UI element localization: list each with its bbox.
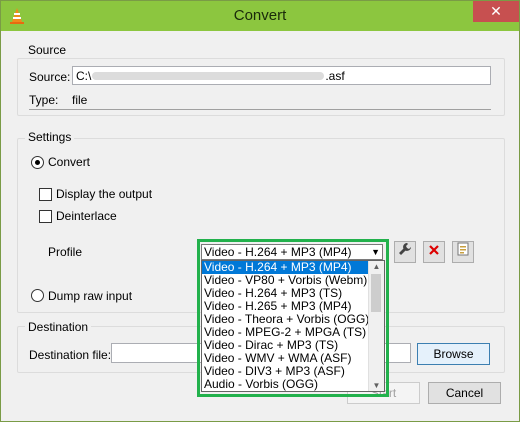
source-label: Source: bbox=[29, 70, 71, 84]
deinterlace-checkbox[interactable] bbox=[39, 210, 52, 223]
close-button[interactable]: ✕ bbox=[473, 1, 519, 22]
profile-dropdown-list[interactable]: Video - H.264 + MP3 (MP4) Video - VP80 +… bbox=[201, 260, 385, 392]
scroll-thumb[interactable] bbox=[371, 274, 381, 312]
chevron-down-icon: ▼ bbox=[371, 247, 380, 257]
type-label: Type: bbox=[29, 93, 59, 107]
new-profile-button[interactable] bbox=[452, 241, 474, 263]
convert-dialog: Convert ✕ Source Source: C:\ .asf Type: f… bbox=[0, 0, 520, 422]
display-output-label[interactable]: Display the output bbox=[56, 187, 152, 201]
cancel-button[interactable]: Cancel bbox=[428, 382, 501, 404]
dropdown-scrollbar[interactable]: ▲ ▼ bbox=[368, 261, 384, 391]
profile-label: Profile bbox=[48, 245, 83, 259]
scroll-up-icon[interactable]: ▲ bbox=[369, 262, 384, 271]
settings-group-label: Settings bbox=[25, 130, 75, 144]
dump-raw-label[interactable]: Dump raw input bbox=[48, 289, 132, 303]
display-output-checkbox[interactable] bbox=[39, 188, 52, 201]
destination-file-label: Destination file: bbox=[29, 348, 112, 362]
convert-radio[interactable] bbox=[31, 156, 44, 169]
wrench-icon bbox=[398, 243, 412, 259]
edit-profile-button[interactable] bbox=[394, 241, 416, 263]
browse-button[interactable]: Browse bbox=[417, 343, 490, 365]
type-value: file bbox=[72, 93, 88, 107]
source-path-prefix: C:\ bbox=[76, 69, 92, 83]
deinterlace-label[interactable]: Deinterlace bbox=[56, 209, 117, 223]
convert-label[interactable]: Convert bbox=[48, 155, 90, 169]
scroll-down-icon[interactable]: ▼ bbox=[369, 381, 384, 390]
destination-group-label: Destination bbox=[25, 320, 92, 334]
window-title: Convert bbox=[233, 7, 287, 24]
new-profile-icon bbox=[456, 242, 470, 259]
source-separator bbox=[29, 109, 491, 110]
dump-raw-radio[interactable] bbox=[31, 289, 44, 302]
profile-select[interactable]: Video - H.264 + MP3 (MP4) ▼ bbox=[201, 244, 383, 260]
profile-select-value: Video - H.264 + MP3 (MP4) bbox=[204, 245, 352, 259]
title-bar[interactable]: Convert ✕ bbox=[1, 1, 519, 31]
profile-option[interactable]: Audio - Vorbis (OGG) bbox=[202, 378, 368, 391]
source-path-suffix: .asf bbox=[325, 69, 345, 83]
red-x-icon bbox=[428, 245, 440, 259]
source-path-field[interactable]: C:\ .asf bbox=[72, 66, 491, 85]
delete-profile-button[interactable] bbox=[423, 241, 445, 263]
source-path-blurred bbox=[92, 72, 325, 80]
source-group-label: Source bbox=[25, 43, 70, 57]
